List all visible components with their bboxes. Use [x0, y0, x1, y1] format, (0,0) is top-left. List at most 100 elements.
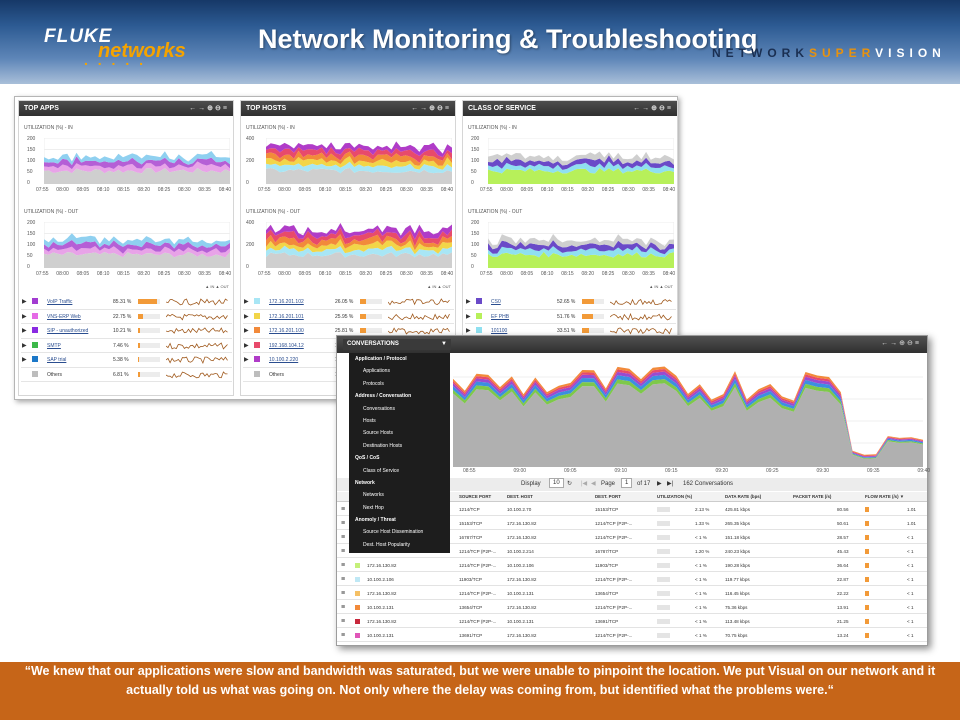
expand-arrow-icon[interactable]: ▶: [466, 298, 471, 305]
menu-item[interactable]: Source Host Dissemination: [349, 526, 450, 538]
row-menu-icon[interactable]: ≡: [341, 587, 345, 600]
list-item[interactable]: ▶ SIP - unauthorized 10.21 %: [21, 324, 232, 339]
page-input[interactable]: 1: [621, 478, 633, 488]
last-page-icon[interactable]: ▶|: [667, 478, 673, 491]
column-header[interactable]: SOURCE PORT: [459, 492, 491, 502]
back-icon[interactable]: ←: [411, 105, 420, 112]
list-item[interactable]: ▶ SAP trial 5.38 %: [21, 353, 232, 368]
menu-item[interactable]: Protocols: [349, 378, 450, 390]
list-item[interactable]: ▶ 172.16.201.101 25.95 %: [243, 310, 454, 324]
expand-arrow-icon[interactable]: ▶: [22, 356, 27, 363]
zoom-out-icon[interactable]: ⊖: [215, 105, 223, 112]
item-name[interactable]: SAP trial: [47, 357, 66, 363]
column-header[interactable]: DEST. PORT: [595, 492, 621, 502]
back-icon[interactable]: ←: [189, 105, 198, 112]
list-item[interactable]: ▶ 172.16.201.102 26.05 %: [243, 295, 454, 310]
menu-icon[interactable]: ≡: [223, 105, 229, 112]
table-row[interactable]: ≡ 10.100.2.131 13691/TCP 172.16.130.82 1214/…: [337, 629, 927, 643]
item-name[interactable]: 172.16.201.100: [269, 328, 304, 334]
prev-page-icon[interactable]: ◀: [591, 478, 596, 491]
list-item[interactable]: ▶ VNS-ERP Web 22.75 %: [21, 310, 232, 324]
row-menu-icon[interactable]: ≡: [341, 559, 345, 572]
list-item[interactable]: ▶ VoIP Traffic 85.31 %: [21, 295, 232, 310]
menu-item[interactable]: Applications: [349, 365, 450, 377]
zoom-out-icon[interactable]: ⊖: [907, 340, 915, 347]
expand-arrow-icon[interactable]: ▶: [244, 342, 249, 349]
menu-item[interactable]: Next Hop: [349, 502, 450, 514]
back-icon[interactable]: ←: [633, 105, 642, 112]
row-menu-icon[interactable]: ≡: [341, 601, 345, 614]
forward-icon[interactable]: →: [642, 105, 651, 112]
item-name[interactable]: SIP - unauthorized: [47, 328, 88, 334]
item-name[interactable]: 10.100.2.220: [269, 357, 298, 363]
expand-arrow-icon[interactable]: ▶: [22, 313, 27, 320]
column-header[interactable]: DEST. HOST: [507, 492, 533, 502]
table-row[interactable]: ≡ 172.16.130.82 1214/TCP (P2P-... 10.100.2.…: [337, 559, 927, 573]
menu-item[interactable]: Hosts: [349, 415, 450, 427]
menu-icon[interactable]: ≡: [915, 340, 921, 347]
expand-arrow-icon[interactable]: ▶: [466, 313, 471, 320]
item-name[interactable]: 172.16.201.101: [269, 314, 304, 320]
expand-arrow-icon[interactable]: ▶: [22, 298, 27, 305]
menu-icon[interactable]: ≡: [445, 105, 451, 112]
item-name[interactable]: SMTP: [47, 343, 61, 349]
view-dropdown[interactable]: CONVERSATIONS ▼: [343, 339, 451, 350]
row-menu-icon[interactable]: ≡: [341, 517, 345, 530]
row-menu-icon[interactable]: ≡: [341, 545, 345, 558]
item-name[interactable]: 192.168.104.12: [269, 343, 304, 349]
forward-icon[interactable]: →: [890, 340, 899, 347]
expand-arrow-icon[interactable]: ▶: [22, 327, 27, 334]
list-item[interactable]: ▶ EF PHB 51.76 %: [465, 310, 676, 324]
zoom-in-icon[interactable]: ⊕: [899, 340, 907, 347]
zoom-out-icon[interactable]: ⊖: [437, 105, 445, 112]
forward-icon[interactable]: →: [198, 105, 207, 112]
menu-item[interactable]: Networks: [349, 489, 450, 501]
column-header[interactable]: FLOW RATE (/s) ▼: [865, 492, 904, 502]
item-name[interactable]: 172.16.201.102: [269, 299, 304, 305]
row-menu-icon[interactable]: ≡: [341, 531, 345, 544]
menu-icon[interactable]: ≡: [667, 105, 673, 112]
display-count-input[interactable]: 10: [549, 478, 564, 488]
dest-port: 16787/TCP: [595, 549, 619, 554]
list-item[interactable]: ▶ SMTP 7.46 %: [21, 339, 232, 353]
table-row[interactable]: ≡ 10.100.2.131 13654/TCP 172.16.130.82 1214/…: [337, 601, 927, 615]
menu-item[interactable]: Destination Hosts: [349, 440, 450, 452]
page-title: Network Monitoring & Troubleshooting: [258, 24, 758, 54]
table-row[interactable]: ≡ 172.16.130.82 1214/TCP (P2P-... 10.100.2.…: [337, 615, 927, 629]
item-name[interactable]: VNS-ERP Web: [47, 314, 81, 320]
refresh-icon[interactable]: ↻: [567, 478, 572, 491]
zoom-in-icon[interactable]: ⊕: [429, 105, 437, 112]
expand-arrow-icon[interactable]: ▶: [244, 313, 249, 320]
item-name[interactable]: VoIP Traffic: [47, 299, 72, 305]
next-page-icon[interactable]: ▶: [657, 478, 662, 491]
item-name[interactable]: 101100: [491, 328, 507, 334]
list-item[interactable]: Others 6.81 %: [21, 368, 232, 382]
item-name[interactable]: EF PHB: [491, 314, 509, 320]
expand-arrow-icon[interactable]: ▶: [244, 298, 249, 305]
table-row[interactable]: ≡ 10.100.2.106 11903/TCP 172.16.130.82 1214/…: [337, 573, 927, 587]
expand-arrow-icon[interactable]: ▶: [22, 342, 27, 349]
expand-arrow-icon[interactable]: ▶: [244, 356, 249, 363]
expand-arrow-icon[interactable]: ▶: [466, 327, 471, 334]
column-header[interactable]: UTILIZATION (%): [657, 492, 692, 502]
zoom-out-icon[interactable]: ⊖: [659, 105, 667, 112]
column-header[interactable]: DATA RATE (bps): [725, 492, 761, 502]
list-item[interactable]: ▶ CS0 52.65 %: [465, 295, 676, 310]
zoom-in-icon[interactable]: ⊕: [207, 105, 215, 112]
back-icon[interactable]: ←: [881, 340, 890, 347]
row-menu-icon[interactable]: ≡: [341, 503, 345, 516]
menu-item[interactable]: Dest. Host Popularity: [349, 539, 450, 551]
menu-item[interactable]: Class of Service: [349, 465, 450, 477]
forward-icon[interactable]: →: [420, 105, 429, 112]
column-header[interactable]: PACKET RATE (/s): [793, 492, 831, 502]
expand-arrow-icon[interactable]: ▶: [244, 327, 249, 334]
row-menu-icon[interactable]: ≡: [341, 573, 345, 586]
item-name[interactable]: CS0: [491, 299, 501, 305]
table-row[interactable]: ≡ 172.16.130.82 1214/TCP (P2P-... 10.100.2.…: [337, 587, 927, 601]
menu-item[interactable]: Source Hosts: [349, 427, 450, 439]
menu-item[interactable]: Conversations: [349, 403, 450, 415]
row-menu-icon[interactable]: ≡: [341, 629, 345, 642]
first-page-icon[interactable]: |◀: [581, 478, 587, 491]
row-menu-icon[interactable]: ≡: [341, 615, 345, 628]
zoom-in-icon[interactable]: ⊕: [651, 105, 659, 112]
